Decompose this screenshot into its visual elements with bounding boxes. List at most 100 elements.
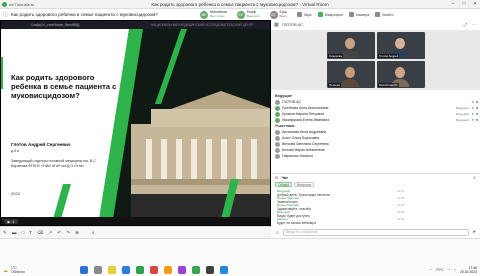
participant-status: Выступает	[210, 13, 225, 18]
camera-icon: ■	[475, 118, 478, 122]
taskbar-app-icon[interactable]	[108, 266, 116, 274]
avatar	[275, 129, 280, 135]
chat-tabs: Общий Вопросы	[271, 181, 480, 188]
marker-icon[interactable]: ▬	[12, 230, 17, 235]
arrow-icon[interactable]: ↗	[49, 230, 53, 236]
zoom-icon[interactable]: ⊕	[75, 230, 79, 236]
camera-icon: ■	[475, 100, 478, 104]
taskbar-app-icon[interactable]	[206, 266, 214, 274]
avatar	[275, 99, 280, 105]
video-name: Михайлова Ю.	[378, 83, 399, 87]
emoji-icon[interactable]: ☺	[275, 230, 280, 235]
page-number: 4	[91, 230, 95, 235]
pen-icon[interactable]: ✎	[3, 230, 7, 236]
microphone-icon: ●	[471, 118, 474, 122]
taskbar-app-icon[interactable]	[164, 266, 172, 274]
expand-icon[interactable]: ⤢	[464, 22, 468, 28]
microphone-icon	[317, 12, 323, 17]
chat-composer: ☺ Введите сообщение ➤	[271, 226, 480, 238]
more-icon[interactable]: ⋯	[472, 22, 477, 28]
avatar	[275, 117, 280, 123]
maximize-icon[interactable]: □	[461, 1, 467, 7]
exit-icon	[375, 12, 381, 17]
header-participant[interactable]: ЕЕ Ениф Ведущий	[236, 10, 260, 19]
clock[interactable]: 17:46 20.02.2024	[460, 266, 477, 274]
video-name: Сидорова	[328, 54, 343, 58]
windows-start-icon[interactable]	[80, 266, 88, 274]
tab-questions[interactable]: Вопросы	[294, 182, 315, 187]
header-participant[interactable]: ЕЕ Ерш Выкл	[269, 10, 287, 19]
microphone-icon: ●	[471, 100, 474, 104]
camera-icon: ■	[475, 106, 478, 110]
avatar	[275, 135, 280, 141]
taskbar-app-icon[interactable]	[150, 266, 158, 274]
microphone-icon: ●	[471, 112, 474, 116]
speaker-icon	[296, 12, 302, 17]
undo-icon[interactable]: ↶	[57, 230, 61, 236]
video-tile[interactable]: Михайлова Ю.	[377, 61, 425, 88]
video-tile[interactable]: Глотов Андрей	[377, 32, 425, 59]
slide-year: 2024	[11, 191, 20, 196]
taskbar-app-icon[interactable]	[136, 266, 144, 274]
tab-label: mirTutorials.ru	[9, 2, 35, 7]
redo-icon[interactable]: ↷	[66, 230, 70, 236]
participant-status: Ведущий	[246, 13, 260, 18]
video-tile[interactable]: Сидорова	[327, 32, 375, 59]
taskbar-app-icon[interactable]	[192, 266, 200, 274]
system-tray: ⌃ РУС ◔ ♪ 17:46 20.02.2024	[429, 266, 477, 274]
leave-control[interactable]: Выйти	[375, 12, 394, 17]
chevron-up-icon[interactable]: ⌃	[429, 268, 432, 273]
minimize-icon[interactable]: –	[450, 1, 456, 7]
send-icon[interactable]: ➤	[472, 229, 476, 235]
window-title: Как родить здорового ребенка в семье пац…	[151, 2, 329, 7]
sound-control[interactable]: Звук	[296, 12, 312, 17]
chat-input[interactable]: Введите сообщение	[282, 228, 470, 236]
shape-icon[interactable]: □	[21, 230, 24, 235]
chat-title: Чат	[281, 175, 288, 180]
browser-tab[interactable]: mirTutorials.ru	[2, 1, 48, 8]
eraser-icon[interactable]: ⌫	[37, 230, 44, 236]
weather-widget[interactable]: ☁ 1°C Облачно	[3, 266, 25, 274]
speaker-label: ГЛОТОВ АС	[281, 23, 303, 27]
grid-icon[interactable]: ▦	[274, 22, 279, 28]
mic-control[interactable]: Микрофон	[317, 12, 343, 17]
taskbar-app-icon[interactable]	[220, 266, 228, 274]
video-name: Глотов Андрей	[378, 54, 400, 58]
screen-top-left-text: Слайд 04_стол/Уполн_Фото/ВКД	[31, 23, 80, 27]
slide-degree: д.б.н.	[11, 149, 21, 153]
taskbar-app-icon[interactable]	[178, 266, 186, 274]
chat-icon: ✉	[275, 175, 279, 180]
tab-general[interactable]: Общий	[275, 182, 293, 187]
search-icon[interactable]	[94, 266, 102, 274]
info-icon[interactable]: ⓘ	[3, 11, 8, 18]
participants-panel: Ведущие ГЛОТОВ АС ● ■ Гусейнова Анна Анато…	[271, 93, 480, 173]
slide-artwork	[1, 29, 270, 219]
video-name: Петрова	[328, 83, 341, 87]
screen-bottom-bar: ▶ 4	[1, 217, 270, 225]
close-icon[interactable]: ✕	[472, 1, 478, 7]
camera-control[interactable]: Камера	[349, 12, 369, 17]
window-titlebar: mirTutorials.ru Как родить здорового реб…	[0, 0, 480, 9]
language-indicator[interactable]: РУС	[436, 268, 444, 272]
avatar	[275, 105, 280, 111]
close-chat-icon[interactable]: ✕	[473, 175, 476, 180]
participant-status: Выкл	[279, 13, 287, 18]
taskbar-app-icon[interactable]	[122, 266, 130, 274]
volume-icon[interactable]: ♪	[454, 268, 456, 272]
wifi-icon[interactable]: ◔	[448, 268, 450, 272]
screen-top-right-text: НАЦИОНАЛЬНЫЙ МЕДИЦИНСКИЙ ИССЛЕДОВАТЕЛЬСК…	[151, 23, 254, 27]
video-tile[interactable]: Петрова	[327, 61, 375, 88]
avatar: ЕЕ	[236, 10, 245, 19]
play-button[interactable]: ▶ 4	[4, 219, 18, 224]
participant-strip: МЕ Михайлов Выступает ЕЕ Ениф Ведущий ЕЕ Е…	[200, 9, 480, 20]
participant-row[interactable]: Гаврилова Наталья	[271, 153, 480, 159]
microphone-icon: ●	[471, 106, 474, 110]
avatar	[275, 111, 280, 117]
slide-role: Заведующий отделом геномной медицины им.…	[11, 159, 97, 168]
text-icon[interactable]: T	[29, 230, 32, 235]
shared-screen[interactable]: Слайд 04_стол/Уполн_Фото/ВКД НАЦИОНАЛЬНЫ…	[0, 20, 271, 226]
avatar	[275, 153, 280, 159]
header-participant[interactable]: МЕ Михайлов Выступает	[200, 10, 227, 19]
screen-top-bar: Слайд 04_стол/Уполн_Фото/ВКД НАЦИОНАЛЬНЫ…	[1, 21, 270, 29]
slide-title: Как родить здорового ребенка в семье пац…	[11, 73, 117, 101]
